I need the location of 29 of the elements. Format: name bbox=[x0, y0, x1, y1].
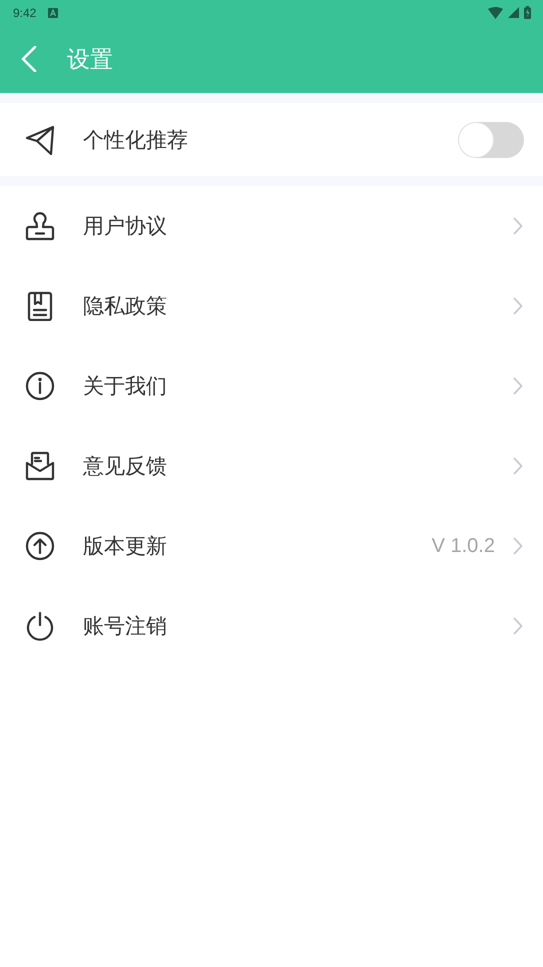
notification-icon bbox=[48, 8, 58, 18]
signal-icon bbox=[508, 7, 519, 18]
version-text: V 1.0.2 bbox=[432, 534, 495, 558]
info-icon bbox=[25, 371, 55, 401]
paper-plane-icon bbox=[25, 124, 55, 154]
item-label: 隐私政策 bbox=[83, 293, 168, 320]
power-icon bbox=[25, 611, 55, 641]
battery-icon bbox=[524, 6, 531, 19]
chevron-icon bbox=[513, 457, 523, 475]
item-label: 用户协议 bbox=[83, 213, 168, 240]
item-label: 意见反馈 bbox=[83, 453, 168, 480]
chevron-icon bbox=[513, 537, 523, 555]
upload-icon bbox=[25, 531, 55, 561]
item-label: 关于我们 bbox=[83, 373, 168, 400]
item-label: 账号注销 bbox=[83, 613, 168, 640]
document-icon bbox=[25, 291, 55, 321]
chevron-icon bbox=[513, 377, 523, 395]
toggle-switch[interactable] bbox=[458, 122, 524, 158]
chevron-icon bbox=[513, 297, 523, 315]
item-label: 版本更新 bbox=[83, 533, 168, 560]
setting-label: 个性化推荐 bbox=[83, 126, 189, 154]
chevron-icon bbox=[513, 217, 523, 235]
status-time: 9:42 bbox=[13, 6, 36, 20]
page-title: 设置 bbox=[67, 46, 113, 74]
wifi-icon bbox=[488, 6, 503, 18]
chevron-icon bbox=[513, 617, 523, 635]
stamp-icon bbox=[25, 211, 55, 241]
back-button[interactable] bbox=[20, 45, 38, 73]
mail-icon bbox=[25, 451, 55, 481]
